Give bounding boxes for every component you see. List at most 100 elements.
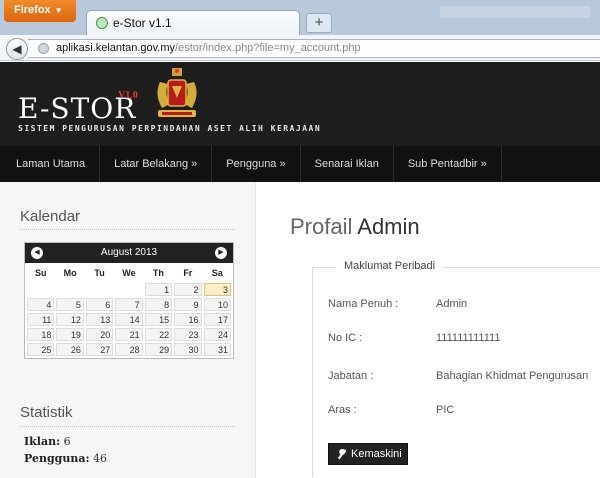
version-badge: V1.0 — [118, 90, 138, 101]
calendar-day[interactable]: 2 — [174, 283, 202, 296]
field-value-ic: 111111111111 — [436, 332, 501, 344]
field-label-jabatan: Jabatan : — [328, 370, 374, 382]
back-arrow-icon[interactable]: ◀ — [6, 38, 28, 60]
calendar-day[interactable]: 12 — [56, 313, 84, 326]
main-content: Profail Admin Maklumat Peribadi Nama Pen… — [256, 182, 600, 478]
edit-profile-button[interactable]: Kemaskini — [328, 443, 408, 465]
browser-tab[interactable]: e-Stor v1.1 — [86, 10, 300, 35]
field-value-jabatan: Bahagian Khidmat Pengurusan — [436, 370, 589, 382]
calendar-day[interactable]: 22 — [144, 328, 173, 341]
site-tagline: SISTEM PENGURUSAN PERPINDAHAN ASET ALIH … — [18, 124, 322, 133]
state-crest-icon — [157, 68, 197, 117]
browser-nav-bar: aplikasi.kelantan.gov.my/estor/index.php… — [0, 35, 600, 61]
calendar-day[interactable]: 13 — [85, 313, 114, 326]
calendar-day[interactable]: 28 — [115, 343, 143, 356]
url-bar[interactable]: aplikasi.kelantan.gov.my/estor/index.php… — [28, 39, 600, 58]
calendar-day[interactable]: 18 — [27, 328, 55, 341]
menu-item-laman-utama[interactable]: Laman Utama — [0, 146, 101, 182]
calendar-day[interactable]: 14 — [115, 313, 143, 326]
calendar-week-row: 25 26 27 28 29 30 31 — [27, 343, 231, 356]
calendar-day[interactable]: 20 — [85, 328, 114, 341]
calendar-day[interactable]: 27 — [85, 343, 114, 356]
calendar-day[interactable]: 29 — [144, 343, 173, 356]
calendar-next-icon[interactable]: ▶ — [215, 247, 227, 259]
calendar-widget: ◀ August 2013 ▶ Su Mo Tu We Th Fr Sa 123456789… — [24, 242, 234, 359]
calendar-day[interactable]: 15 — [144, 313, 173, 326]
calendar-week-row: 123 — [27, 283, 231, 296]
calendar-week-row: 4 5 6 7 8 9 10 — [27, 298, 231, 311]
calendar-day[interactable]: 23 — [174, 328, 202, 341]
menu-item-pengguna[interactable]: Pengguna » — [212, 146, 301, 182]
url-text: aplikasi.kelantan.gov.my/estor/index.php… — [56, 42, 361, 54]
stat-label: Iklan: — [24, 435, 61, 448]
main-menu: Laman Utama Latar Belakang » Pengguna » … — [0, 146, 600, 182]
calendar-day[interactable]: 8 — [144, 298, 173, 311]
url-path: /estor/index.php?file=my_account.php — [175, 42, 361, 54]
field-value-aras: PIC — [436, 404, 455, 416]
calendar-day[interactable]: 21 — [115, 328, 143, 341]
stat-value: 6 — [63, 435, 71, 448]
tab-title: e-Stor v1.1 — [113, 16, 172, 30]
calendar-day[interactable]: 1 — [144, 283, 173, 296]
calendar-weekday: Mo — [63, 268, 77, 278]
calendar-day[interactable]: 17 — [203, 313, 231, 326]
chevron-down-icon: ▼ — [54, 6, 63, 15]
stat-iklan: Iklan: 6 — [24, 435, 71, 448]
calendar-empty-cell — [27, 283, 54, 296]
calendar-day[interactable]: 9 — [174, 298, 202, 311]
menu-item-sub-pentadbir[interactable]: Sub Pentadbir » — [394, 146, 502, 182]
calendar-empty-cell — [56, 283, 83, 296]
new-tab-button[interactable]: + — [306, 13, 332, 33]
calendar-empty-cell — [86, 283, 113, 296]
firefox-menu-button[interactable]: Firefox ▼ — [4, 0, 76, 22]
field-label-aras: Aras : — [328, 404, 357, 416]
calendar-prev-icon[interactable]: ◀ — [31, 247, 43, 259]
calendar-weekday: Tu — [94, 268, 105, 278]
firefox-menu-label: Firefox — [14, 4, 51, 16]
calendar-weekday: Su — [34, 268, 47, 278]
calendar-day[interactable]: 16 — [174, 313, 202, 326]
calendar-week-row: 11 12 13 14 15 16 17 — [27, 313, 231, 326]
calendar-header: ◀ August 2013 ▶ — [25, 243, 233, 263]
site-header: E-STOR V1.0 SISTEM PENGURUSAN PERPINDAHA… — [0, 62, 600, 146]
page-title-strong: Admin — [357, 214, 420, 239]
page-title: Profail Admin — [290, 214, 420, 240]
stat-label: Pengguna: — [24, 452, 90, 465]
calendar-day[interactable]: 11 — [27, 313, 55, 326]
calendar-day[interactable]: 31 — [203, 343, 231, 356]
calendar-day[interactable]: 30 — [174, 343, 202, 356]
calendar-week-row: 18 19 20 21 22 23 24 — [27, 328, 231, 341]
calendar-day[interactable]: 25 — [27, 343, 55, 356]
divider — [20, 229, 235, 230]
menu-item-latar-belakang[interactable]: Latar Belakang » — [100, 146, 213, 182]
menu-item-senarai-iklan[interactable]: Senarai Iklan — [301, 146, 394, 182]
calendar-day[interactable]: 5 — [56, 298, 84, 311]
divider — [20, 426, 235, 427]
calendar-day[interactable]: 19 — [56, 328, 84, 341]
calendar-grid: Su Mo Tu We Th Fr Sa 1 2 3 4 5 6 7 8 9 10 11 12 13 14 15 16 17… — [25, 263, 233, 358]
calendar-day[interactable]: 6 — [85, 298, 114, 311]
field-value-nama: Admin — [436, 298, 468, 310]
wrench-icon — [338, 448, 346, 460]
url-domain: aplikasi.kelantan.gov.my — [56, 42, 176, 54]
stat-pengguna: Pengguna: 46 — [24, 452, 107, 465]
calendar-day[interactable]: 3 — [203, 283, 231, 296]
calendar-empty-cell — [115, 283, 142, 296]
calendar-day[interactable]: 7 — [115, 298, 143, 311]
edit-button-label: Kemaskini — [351, 448, 402, 460]
calendar-day[interactable]: 4 — [27, 298, 55, 311]
calendar-day[interactable]: 26 — [56, 343, 84, 356]
calendar-weekday: We — [122, 268, 136, 278]
calendar-weekday: Sa — [211, 268, 223, 278]
browser-tab-bar: Firefox ▼ e-Stor v1.1 + — [0, 0, 600, 35]
window-title-bar — [440, 6, 590, 18]
globe-icon — [38, 43, 49, 54]
calendar-day[interactable]: 24 — [203, 328, 231, 341]
site-favicon-icon — [96, 17, 108, 29]
calendar-month-label: August 2013 — [100, 247, 158, 258]
calendar-title: Kalendar — [20, 208, 81, 225]
stat-value: 46 — [93, 452, 108, 465]
calendar-weekday: Th — [152, 268, 164, 278]
calendar-day[interactable]: 10 — [203, 298, 231, 311]
fieldset-legend: Maklumat Peribadi — [336, 260, 444, 272]
